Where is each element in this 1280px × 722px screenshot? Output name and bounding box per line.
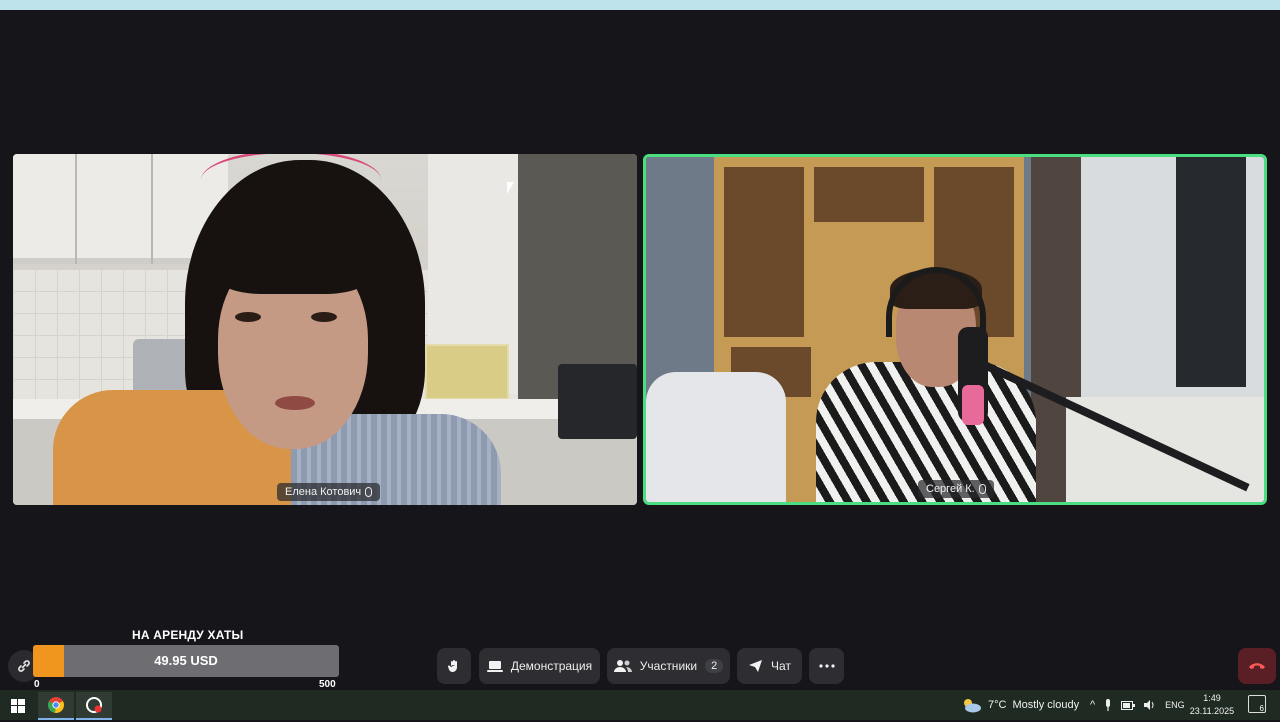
participants-icon (613, 660, 632, 672)
screen-share-icon (486, 661, 503, 672)
participants-label: Участники (639, 659, 698, 673)
send-icon (749, 660, 763, 672)
more-icon (818, 664, 835, 668)
weather-temperature: 7°C (988, 699, 1007, 711)
mic-icon (978, 484, 986, 494)
participant-name-tag: Елена Котович (277, 483, 381, 501)
language-indicator[interactable]: ENG (1165, 700, 1185, 710)
notification-count: 6 (1259, 704, 1264, 713)
battery-icon[interactable] (1121, 700, 1136, 710)
taskbar-app[interactable] (76, 692, 112, 720)
participant-name: Сергей К. (926, 483, 975, 495)
microphone-icon[interactable] (1104, 699, 1112, 711)
more-options-button[interactable] (809, 648, 844, 684)
cloudy-weather-icon (964, 699, 981, 713)
donation-progress-bar: 49.95 USD (33, 645, 339, 677)
video-feed (646, 157, 1264, 502)
mouse-cursor-icon (507, 182, 514, 194)
browser-tab-strip (0, 0, 1280, 10)
donation-amount: 49.95 USD (154, 653, 218, 668)
app-recording-icon (86, 697, 102, 713)
weather-widget[interactable]: 7°C Mostly cloudy (960, 690, 1079, 720)
chrome-icon (48, 697, 64, 713)
participants-count-badge: 2 (705, 659, 724, 673)
volume-icon[interactable] (1144, 700, 1156, 710)
chevron-up-icon[interactable]: ^ (1090, 699, 1095, 711)
end-call-button[interactable] (1238, 648, 1276, 684)
weather-description: Mostly cloudy (1012, 699, 1080, 711)
mic-icon (365, 487, 373, 497)
raise-hand-button[interactable] (437, 648, 471, 684)
participants-button[interactable]: Участники 2 (607, 648, 730, 684)
notification-center-icon[interactable]: 6 (1248, 695, 1266, 713)
start-button[interactable] (0, 692, 36, 720)
video-feed (13, 154, 637, 505)
screen-share-label: Демонстрация (510, 659, 593, 673)
taskbar-clock[interactable]: 1:49 23.11.2025 (1186, 692, 1238, 718)
video-tile-participant-2[interactable]: Сергей К. (643, 154, 1267, 505)
screen-share-button[interactable]: Демонстрация (479, 648, 600, 684)
video-tile-participant-1[interactable]: Елена Котович (13, 154, 637, 505)
participant-name: Елена Котович (285, 486, 362, 498)
os-taskbar: 7°C Mostly cloudy ^ ENG 1:49 23.11.2025 … (0, 690, 1280, 720)
donation-goal-title: НА АРЕНДУ ХАТЫ (132, 628, 244, 642)
participant-name-tag: Сергей К. (918, 480, 994, 498)
system-tray: ^ ENG (1090, 690, 1185, 720)
chat-label: Чат (771, 659, 791, 673)
clock-time: 1:49 (1203, 693, 1221, 703)
link-icon (18, 660, 30, 672)
chat-button[interactable]: Чат (737, 648, 802, 684)
phone-hangup-icon (1249, 663, 1265, 669)
donation-max-label: 500 (319, 679, 336, 690)
clock-date: 23.11.2025 (1189, 706, 1235, 716)
hand-icon (447, 660, 457, 672)
taskbar-chrome[interactable] (38, 692, 74, 720)
donation-min-label: 0 (34, 679, 40, 690)
windows-logo-icon (11, 699, 25, 713)
